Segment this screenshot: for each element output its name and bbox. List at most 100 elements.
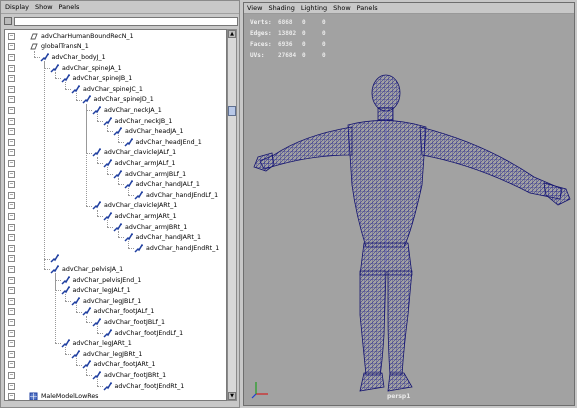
outliner-row[interactable]: − advCharHumanBoundRecN_1 [5, 31, 225, 42]
expand-toggle-icon[interactable]: − [8, 128, 15, 136]
expand-toggle-icon[interactable]: − [8, 371, 15, 379]
outliner-row[interactable]: − advChar_legJBRt_1 [5, 349, 225, 360]
tree-guide-line [86, 103, 87, 206]
expand-toggle-icon[interactable]: − [8, 32, 15, 40]
outliner-row[interactable]: − advChar_neckJB_1 [5, 116, 225, 127]
menu-display[interactable]: Display [5, 3, 29, 11]
outliner-row[interactable]: − advChar_spineJD_1 [5, 95, 225, 106]
outliner-row[interactable]: − advChar_neckJA_1 [5, 105, 225, 116]
outliner-row[interactable]: − MaleModelLowRes [5, 391, 225, 400]
outliner-row[interactable]: − advChar_armJBLf_1 [5, 169, 225, 180]
expand-toggle-icon[interactable]: − [8, 318, 15, 326]
expand-toggle-icon[interactable]: − [8, 340, 15, 348]
expand-toggle-icon[interactable]: − [8, 170, 15, 178]
outliner-row[interactable]: − advChar_pelvisJEnd_1 [5, 275, 225, 286]
tree-guide-line [33, 50, 35, 58]
outliner-row[interactable]: − advChar_spineJA_1 [5, 63, 225, 74]
tree-guide-line [96, 379, 98, 386]
outliner-row[interactable]: − advChar_clavicleJALf_1 [5, 148, 225, 159]
outliner-row[interactable]: − advChar_legJALf_1 [5, 285, 225, 296]
outliner-row[interactable]: − advChar_spineJB_1 [5, 73, 225, 84]
expand-toggle-icon[interactable]: − [8, 361, 15, 369]
outliner-row[interactable]: − advChar_handJEndRt_1 [5, 243, 225, 254]
outliner-scrollbar[interactable]: ▲ ▼ [227, 29, 237, 401]
expand-toggle-icon[interactable]: − [8, 297, 15, 305]
outliner-row[interactable]: − advChar_legJARt_1 [5, 338, 225, 349]
filter-options-button[interactable] [4, 17, 12, 25]
expand-toggle-icon[interactable]: − [8, 350, 15, 358]
outliner-row[interactable]: − advChar_headJA_1 [5, 126, 225, 137]
expand-toggle-icon[interactable]: − [8, 117, 15, 125]
expand-toggle-icon[interactable]: − [8, 75, 15, 83]
expand-toggle-icon[interactable]: − [8, 53, 15, 61]
outliner-row[interactable]: − advChar_pelvisJA_1 [5, 264, 225, 275]
outliner-item-label: advChar_footJALf_1 [93, 308, 155, 316]
menu-panels[interactable]: Panels [357, 4, 378, 12]
scroll-up-arrow-icon[interactable]: ▲ [228, 30, 236, 38]
tree-guide-line [96, 120, 103, 122]
tree-guide-line [96, 156, 98, 164]
expand-toggle-icon[interactable]: − [8, 138, 15, 146]
menu-show[interactable]: Show [333, 4, 351, 12]
scroll-thumb[interactable] [228, 106, 236, 116]
expand-toggle-icon[interactable]: − [8, 202, 15, 210]
expand-toggle-icon[interactable]: − [8, 382, 15, 390]
perspective-viewport[interactable]: View Shading Lighting Show Panels Verts:… [243, 2, 575, 406]
expand-toggle-icon[interactable]: − [8, 308, 15, 316]
outliner-row[interactable]: − advChar_clavicleJARt_1 [5, 201, 225, 212]
outliner-row[interactable]: − advChar_footJBLf_1 [5, 317, 225, 328]
menu-lighting[interactable]: Lighting [301, 4, 327, 12]
outliner-row[interactable]: − [5, 254, 225, 265]
tree-guide-line [96, 216, 103, 218]
tree-guide-line [75, 358, 77, 365]
outliner-row[interactable]: − advChar_headJEnd_1 [5, 137, 225, 148]
outliner-panel: Display Show Panels − advCharHumanBoundRe… [0, 0, 240, 408]
menu-panels[interactable]: Panels [59, 3, 80, 11]
expand-toggle-icon[interactable]: − [8, 106, 15, 114]
outliner-row[interactable]: − advChar_armJALf_1 [5, 158, 225, 169]
expand-toggle-icon[interactable]: − [8, 96, 15, 104]
expand-toggle-icon[interactable]: − [8, 181, 15, 189]
outliner-row[interactable]: − advChar_armJBRt_1 [5, 222, 225, 233]
outliner-row[interactable]: − advChar_legJBLf_1 [5, 296, 225, 307]
outliner-row[interactable]: − globalTransN_1 [5, 42, 225, 53]
outliner-row[interactable]: − advChar_spineJC_1 [5, 84, 225, 95]
expand-toggle-icon[interactable]: − [8, 244, 15, 252]
expand-toggle-icon[interactable]: − [8, 43, 15, 51]
outliner-row[interactable]: − advChar_footJEndRt_1 [5, 381, 225, 392]
menu-shading[interactable]: Shading [268, 4, 294, 12]
expand-toggle-icon[interactable]: − [8, 265, 15, 273]
outliner-row[interactable]: − advChar_bodyJ_1 [5, 52, 225, 63]
outliner-row[interactable]: − advChar_armJARt_1 [5, 211, 225, 222]
expand-toggle-icon[interactable]: − [8, 234, 15, 242]
outliner-row[interactable]: − advChar_footJARt_1 [5, 360, 225, 371]
expand-toggle-icon[interactable]: − [8, 255, 15, 263]
expand-toggle-icon[interactable]: − [8, 329, 15, 337]
expand-toggle-icon[interactable]: − [8, 212, 15, 220]
outliner-row[interactable]: − advChar_handJEndLf_1 [5, 190, 225, 201]
expand-toggle-icon[interactable]: − [8, 85, 15, 93]
menu-show[interactable]: Show [35, 3, 53, 11]
wireframe-character-mesh[interactable] [244, 15, 574, 405]
expand-toggle-icon[interactable]: − [8, 223, 15, 231]
expand-toggle-icon[interactable]: − [8, 393, 15, 400]
tree-guide-line [75, 311, 82, 313]
expand-toggle-icon[interactable]: − [8, 191, 15, 199]
filter-input[interactable] [14, 16, 238, 26]
scroll-down-arrow-icon[interactable]: ▼ [228, 392, 236, 400]
expand-toggle-icon[interactable]: − [8, 64, 15, 72]
expand-toggle-icon[interactable]: − [8, 287, 15, 295]
outliner-row[interactable]: − advChar_footJEndLf_1 [5, 328, 225, 339]
expand-toggle-icon[interactable]: − [8, 159, 15, 167]
expand-toggle-icon[interactable]: − [8, 149, 15, 157]
outliner-tree[interactable]: − advCharHumanBoundRecN_1− globalTransN_1−… [4, 29, 227, 401]
expand-toggle-icon[interactable]: − [8, 276, 15, 284]
menu-view[interactable]: View [247, 4, 262, 12]
outliner-row[interactable]: − advChar_footJBRt_1 [5, 370, 225, 381]
outliner-row[interactable]: − advChar_footJALf_1 [5, 307, 225, 318]
outliner-row[interactable]: − advChar_handJARt_1 [5, 232, 225, 243]
outliner-row[interactable]: − advChar_handJALf_1 [5, 179, 225, 190]
joint-icon [102, 381, 112, 391]
tree-guide-line [75, 364, 82, 366]
tree-guide-line [86, 375, 92, 377]
